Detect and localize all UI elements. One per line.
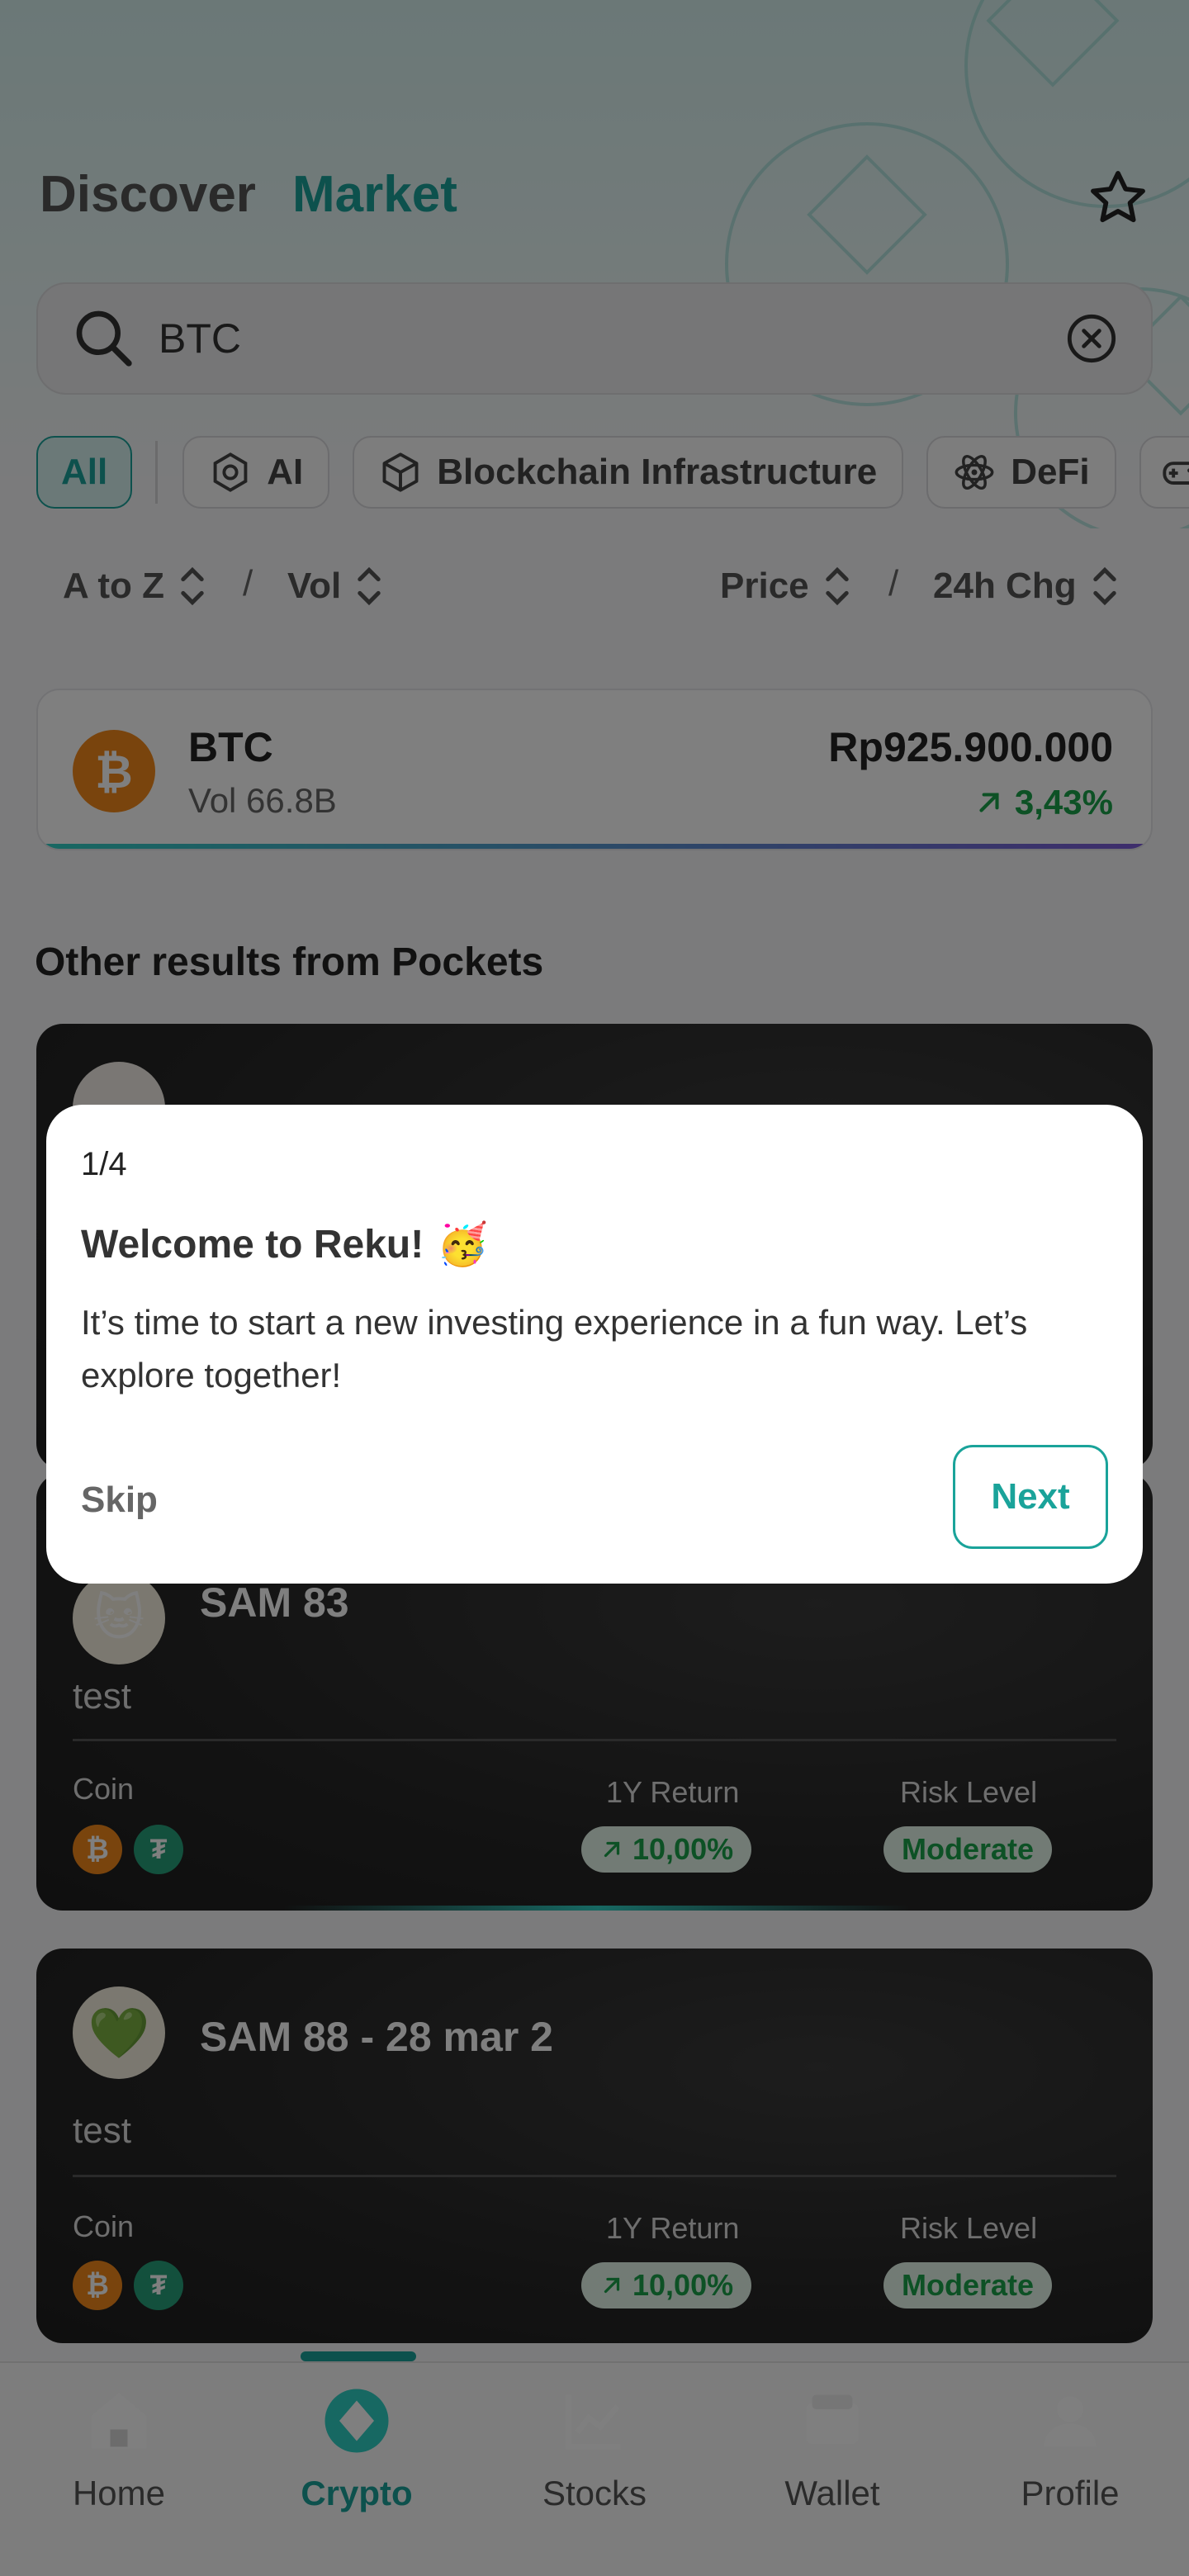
- modal-title-text: Welcome to Reku!: [81, 1223, 424, 1267]
- skip-button[interactable]: Skip: [81, 1480, 158, 1521]
- modal-title: Welcome to Reku! 🥳: [81, 1220, 488, 1269]
- onboarding-modal: 1/4 Welcome to Reku! 🥳 It’s time to star…: [46, 1105, 1143, 1584]
- market-screen: Discover Market BTC All AI Blockchain In…: [0, 0, 1189, 2576]
- next-button[interactable]: Next: [953, 1445, 1108, 1549]
- party-emoji-icon: 🥳: [437, 1221, 489, 1267]
- modal-body: It’s time to start a new investing exper…: [81, 1303, 1028, 1395]
- step-counter: 1/4: [81, 1146, 127, 1182]
